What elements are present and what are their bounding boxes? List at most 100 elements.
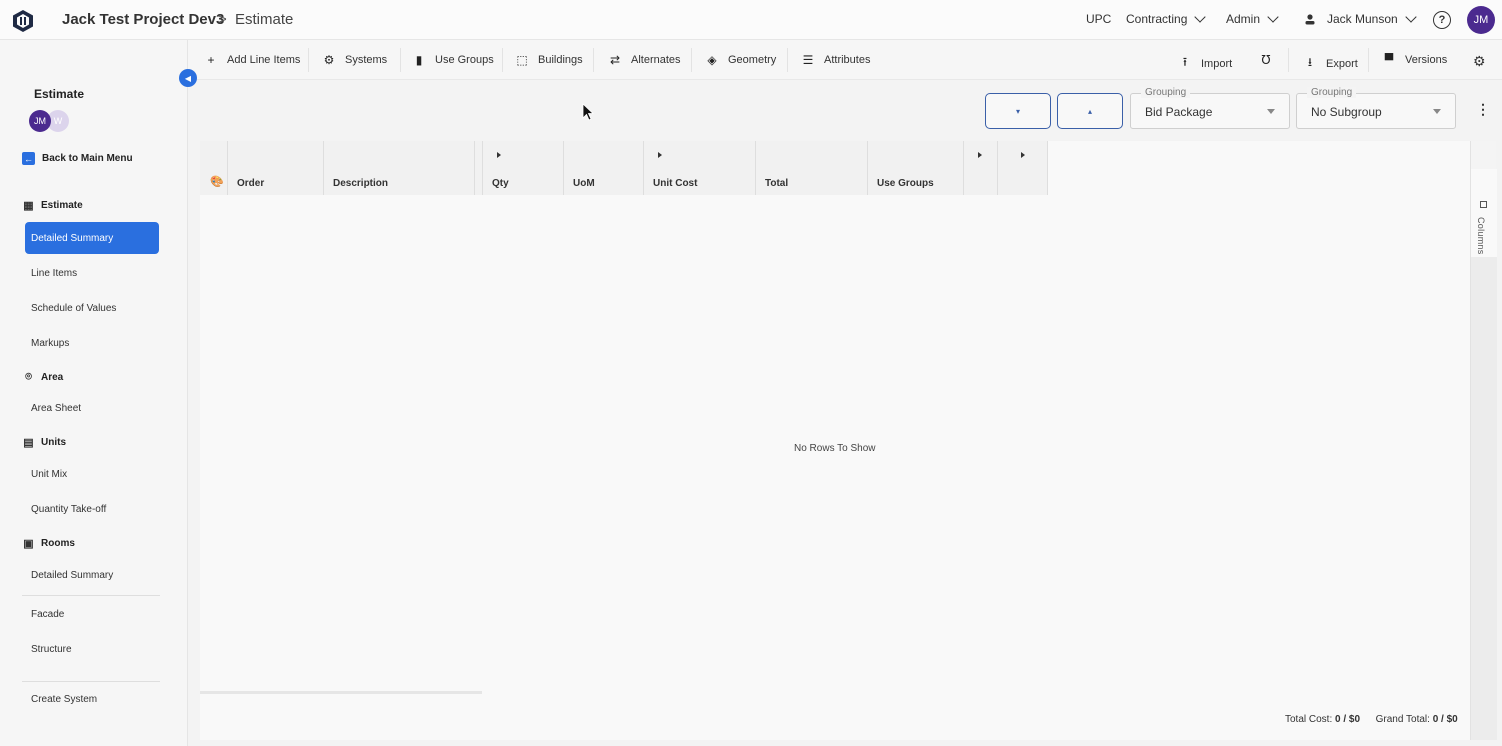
sidebar-item-schedule-of-values[interactable]: Schedule of Values <box>31 303 116 314</box>
subgroup-select[interactable]: Grouping No Subgroup <box>1296 87 1456 129</box>
column-header-total[interactable]: Total <box>756 141 868 195</box>
data-grid: 🎨 Order Description Qty UoM Unit Cost To… <box>200 141 1470 740</box>
archive-icon: ▀ <box>1384 53 1394 67</box>
collapse-sidebar-button[interactable]: ◀ <box>179 69 197 87</box>
chevron-down-icon <box>1405 11 1417 23</box>
horizontal-scrollbar[interactable] <box>200 691 482 694</box>
sidebar-item-line-items[interactable]: Line Items <box>31 268 77 279</box>
project-title[interactable]: Jack Test Project Dev3 <box>62 11 224 28</box>
dropdown-arrow-icon <box>1267 109 1275 114</box>
column-header-collapsed[interactable] <box>964 141 998 195</box>
expand-caret-icon[interactable] <box>658 152 662 158</box>
column-header-uom[interactable]: UoM <box>564 141 644 195</box>
stethoscope-button[interactable]: ℧ <box>1259 53 1273 67</box>
grouping-value: Bid Package <box>1145 105 1213 119</box>
gears-icon: ⚙ <box>323 53 335 67</box>
column-header-description[interactable]: Description <box>324 141 475 195</box>
sidebar-item-unit-mix[interactable]: Unit Mix <box>31 469 67 480</box>
gear-icon: ⚙ <box>1473 53 1486 69</box>
expand-caret-icon[interactable] <box>978 152 982 158</box>
sidebar-item-create-system[interactable]: Create System <box>31 694 97 705</box>
app-logo-icon[interactable] <box>11 9 35 33</box>
column-header-collapsed[interactable] <box>1006 141 1048 195</box>
upload-icon: ⭱ <box>1182 55 1188 69</box>
contracting-label: Contracting <box>1126 12 1188 26</box>
table-icon: ▦ <box>23 200 34 212</box>
chevron-down-icon <box>1194 11 1207 23</box>
column-spacer <box>475 141 483 195</box>
versions-button[interactable]: ▀ Versions <box>1382 53 1447 67</box>
column-spacer <box>998 141 1006 195</box>
toolbar-divider <box>787 48 788 72</box>
collapse-all-button[interactable]: ▾ <box>985 93 1051 129</box>
expand-caret-icon[interactable] <box>497 152 501 158</box>
stethoscope-icon: ℧ <box>1261 53 1271 67</box>
column-header-order[interactable]: Order <box>228 141 324 195</box>
sidebar-item-rooms-detailed-summary[interactable]: Detailed Summary <box>31 570 113 581</box>
systems-button[interactable]: ⚙ Systems <box>322 53 388 67</box>
alternates-button[interactable]: ⇄ Alternates <box>608 53 681 67</box>
upc-link[interactable]: UPC <box>1086 12 1111 26</box>
attributes-button[interactable]: ☰ Attributes <box>801 53 871 67</box>
toolbar-divider <box>1368 48 1369 72</box>
geometry-button[interactable]: ◈ Geometry <box>705 53 776 67</box>
add-line-items-button[interactable]: + Add Line Items <box>204 53 300 67</box>
admin-menu[interactable]: Admin <box>1226 11 1279 26</box>
columns-tab[interactable]: Columns <box>1471 169 1497 257</box>
contracting-menu[interactable]: Contracting <box>1126 11 1207 26</box>
sidebar-divider <box>22 595 160 596</box>
sidebar-item-quantity-takeoff[interactable]: Quantity Take-off <box>31 504 106 515</box>
user-menu[interactable]: Jack Munson <box>1304 11 1417 26</box>
sidebar-item-markups[interactable]: Markups <box>31 338 69 349</box>
more-options-icon[interactable]: ⋮ <box>1476 102 1490 116</box>
grouping-label: Grouping <box>1141 87 1191 98</box>
help-icon[interactable]: ? <box>1433 11 1451 29</box>
arrow-left-icon: ← <box>22 152 35 165</box>
sidebar-item-facade[interactable]: Facade <box>31 609 64 620</box>
export-button[interactable]: ⭳ Export <box>1303 53 1358 74</box>
avatar[interactable]: JM <box>29 110 51 132</box>
import-button[interactable]: ⭱ Import <box>1178 53 1232 74</box>
sidebar-item-detailed-summary[interactable]: Detailed Summary <box>25 222 159 254</box>
settings-button[interactable]: ⚙ <box>1473 53 1486 70</box>
expand-all-button[interactable]: ▴ <box>1057 93 1123 129</box>
empty-grid-message: No Rows To Show <box>794 443 876 454</box>
palette-column[interactable]: 🎨 <box>200 141 228 195</box>
sidebar-section-estimate[interactable]: ▦ Estimate <box>22 199 82 212</box>
side-panel: Columns <box>1470 141 1497 740</box>
toolbar-divider <box>502 48 503 72</box>
toolbar-divider <box>308 48 309 72</box>
subgroup-label: Grouping <box>1307 87 1357 98</box>
dropdown-arrow-icon <box>1433 109 1441 114</box>
sidebar-section-area[interactable]: ⌾ Area <box>22 371 63 384</box>
columns-tab-label: Columns <box>1476 217 1486 255</box>
sidebar-section-rooms[interactable]: ▣ Rooms <box>22 537 75 550</box>
grand-total-label: Grand Total: <box>1375 714 1430 725</box>
list-icon: ☰ <box>802 53 814 67</box>
sidebar-item-area-sheet[interactable]: Area Sheet <box>31 403 81 414</box>
breadcrumb-separator: > <box>218 11 227 28</box>
sidebar-title: Estimate <box>34 87 85 101</box>
sidebar-item-structure[interactable]: Structure <box>31 644 72 655</box>
avatar[interactable]: JM <box>1467 6 1495 34</box>
toolbar-divider <box>593 48 594 72</box>
use-groups-button[interactable]: ▮ Use Groups <box>412 53 494 67</box>
expand-caret-icon[interactable] <box>1021 152 1025 158</box>
column-header-unit-cost[interactable]: Unit Cost <box>644 141 756 195</box>
vertical-scrollbar[interactable] <box>1471 257 1497 740</box>
bar-chart-icon: ▮ <box>415 53 423 67</box>
toolbar-divider <box>691 48 692 72</box>
grid-header: 🎨 Order Description Qty UoM Unit Cost To… <box>200 141 1048 195</box>
mouse-cursor-icon <box>582 103 594 121</box>
buildings-button[interactable]: ⬚ Buildings <box>515 53 582 67</box>
column-header-qty[interactable]: Qty <box>483 141 564 195</box>
column-header-use-groups[interactable]: Use Groups <box>868 141 964 195</box>
grouping-select[interactable]: Grouping Bid Package <box>1130 87 1290 129</box>
sidebar-section-units[interactable]: ▤ Units <box>22 436 66 449</box>
top-bar: Jack Test Project Dev3 > Estimate UPC Co… <box>0 0 1502 40</box>
back-to-main-menu-button[interactable]: ← Back to Main Menu <box>22 152 133 165</box>
admin-label: Admin <box>1226 12 1261 26</box>
columns-icon <box>1480 201 1487 208</box>
toolbar-divider <box>1288 48 1289 72</box>
total-cost-label: Total Cost: <box>1285 714 1333 725</box>
